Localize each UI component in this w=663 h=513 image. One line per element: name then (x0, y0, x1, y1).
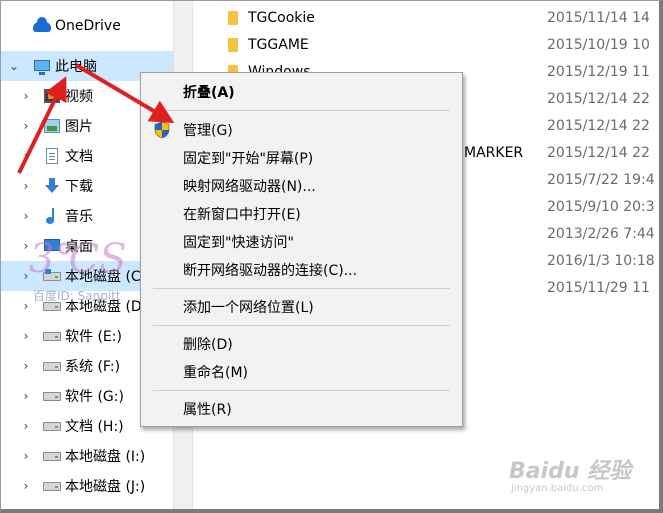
file-date: 2015/11/14 14 (547, 9, 650, 26)
menu-item-disconnect-drive[interactable]: 断开网络驱动器的连接(C)... (141, 257, 462, 283)
file-date: 2015/11/29 11 (547, 279, 650, 296)
chevron-right-icon[interactable]: › (19, 179, 33, 193)
chevron-right-icon[interactable]: › (19, 299, 33, 313)
menu-item-pin-start[interactable]: 固定到"开始"屏幕(P) (141, 145, 462, 171)
menu-separator (153, 325, 450, 326)
chevron-right-icon[interactable]: › (19, 89, 33, 103)
file-row[interactable]: TGCookie 2015/11/14 14 (194, 4, 659, 31)
drive-icon (43, 358, 61, 374)
nav-label: 软件 (E:) (65, 329, 122, 345)
documents-folder-icon (43, 148, 61, 164)
menu-item-label: 断开网络驱动器的连接(C)... (183, 263, 358, 279)
baidu-id-watermark: 百度ID: Sanpitt (33, 289, 121, 303)
uac-shield-icon (154, 121, 170, 139)
chevron-right-icon[interactable]: › (19, 119, 33, 133)
onedrive-cloud-icon (33, 17, 51, 34)
file-date: 2015/7/22 19:4 (547, 171, 655, 188)
folder-icon (228, 11, 238, 25)
nav-label: 软件 (G:) (65, 389, 124, 405)
menu-item-label: 固定到"开始"屏幕(P) (183, 151, 314, 167)
menu-item-label: 折叠(A) (183, 85, 235, 101)
file-date: 2015/12/14 22 (547, 117, 650, 134)
menu-item-rename[interactable]: 重命名(M) (141, 359, 462, 385)
chevron-right-icon[interactable]: › (19, 209, 33, 223)
file-date: 2015/10/19 10 (547, 36, 650, 53)
this-pc-icon (33, 58, 51, 75)
menu-item-label: 在新窗口中打开(E) (183, 207, 301, 223)
drive-icon (43, 328, 61, 344)
menu-item-label: 添加一个网络位置(L) (183, 300, 314, 316)
menu-item-manage[interactable]: 管理(G) (141, 117, 462, 143)
menu-item-map-drive[interactable]: 映射网络驱动器(N)... (141, 173, 462, 199)
chevron-right-icon[interactable]: › (19, 449, 33, 463)
chevron-down-icon[interactable]: ⌄ (7, 59, 21, 73)
nav-label: 音乐 (65, 209, 93, 225)
chevron-right-icon[interactable]: › (19, 359, 33, 373)
file-date: 2016/1/3 10:18 (547, 252, 655, 269)
menu-item-delete[interactable]: 删除(D) (141, 331, 462, 357)
chevron-right-icon[interactable]: › (19, 389, 33, 403)
nav-item-onedrive[interactable]: OneDrive (1, 11, 173, 41)
menu-item-add-network-location[interactable]: 添加一个网络位置(L) (141, 294, 462, 320)
baidu-url-watermark: jingyan.baidu.com (511, 483, 604, 494)
nav-label: OneDrive (55, 18, 121, 34)
chevron-right-icon[interactable]: › (19, 419, 33, 433)
menu-item-properties[interactable]: 属性(R) (141, 396, 462, 422)
nav-label: 图片 (65, 119, 93, 135)
folder-icon (228, 38, 238, 52)
nav-item-drive-j[interactable]: › 本地磁盘 (J:) (1, 471, 173, 501)
file-name: TGCookie (248, 9, 315, 26)
file-name: TGGAME (248, 36, 309, 53)
menu-item-label: 固定到"快速访问" (183, 235, 294, 251)
drive-icon (43, 448, 61, 464)
menu-item-label: 管理(G) (183, 123, 233, 139)
menu-separator (153, 390, 450, 391)
nav-label: 本地磁盘 (I:) (65, 449, 146, 465)
pictures-folder-icon (43, 118, 61, 134)
baidu-logo-watermark: Baidu 经验 (509, 459, 632, 484)
nav-label: 下载 (65, 179, 93, 195)
nav-label: 此电脑 (55, 59, 97, 75)
menu-item-label: 重命名(M) (183, 365, 249, 381)
nav-label: 系统 (F:) (65, 359, 121, 375)
menu-separator (153, 288, 450, 289)
menu-item-label: 属性(R) (183, 402, 232, 418)
drive-icon (43, 418, 61, 434)
nav-label: 文档 (65, 149, 93, 165)
nav-label: 本地磁盘 (J:) (65, 479, 146, 495)
chevron-right-icon[interactable]: › (19, 329, 33, 343)
menu-item-open-new-window[interactable]: 在新窗口中打开(E) (141, 201, 462, 227)
file-date: 2015/12/19 11 (547, 63, 650, 80)
context-menu: 折叠(A) 管理(G) 固定到"开始"屏幕(P) 映射网络驱动器(N)... 在… (140, 72, 463, 427)
explorer-window: OneDrive ⌄ 此电脑 › 视频 › 图片 › 文档 › 下载 › 音乐 … (0, 0, 663, 513)
drive-icon (43, 478, 61, 494)
logo-watermark: 3℃S (29, 236, 127, 282)
chevron-right-icon[interactable]: › (19, 149, 33, 163)
file-row[interactable]: TGGAME 2015/10/19 10 (194, 31, 659, 58)
menu-item-pin-quick-access[interactable]: 固定到"快速访问" (141, 229, 462, 255)
nav-item-drive-i[interactable]: › 本地磁盘 (I:) (1, 441, 173, 471)
file-date: 2015/12/14 22 (547, 144, 650, 161)
chevron-right-icon[interactable]: › (19, 479, 33, 493)
file-name: MARKER (464, 144, 524, 161)
menu-item-label: 映射网络驱动器(N)... (183, 179, 316, 195)
downloads-folder-icon (43, 178, 61, 194)
file-date: 2015/9/10 20:3 (547, 198, 655, 215)
music-folder-icon (43, 208, 61, 224)
file-date: 2013/2/26 7:44 (547, 225, 655, 242)
videos-folder-icon (43, 88, 61, 104)
nav-label: 视频 (65, 89, 93, 105)
nav-label: 文档 (H:) (65, 419, 124, 435)
menu-separator (153, 110, 450, 111)
drive-icon (43, 388, 61, 404)
menu-item-collapse[interactable]: 折叠(A) (141, 79, 462, 105)
menu-item-label: 删除(D) (183, 337, 233, 353)
file-date: 2015/12/14 22 (547, 90, 650, 107)
